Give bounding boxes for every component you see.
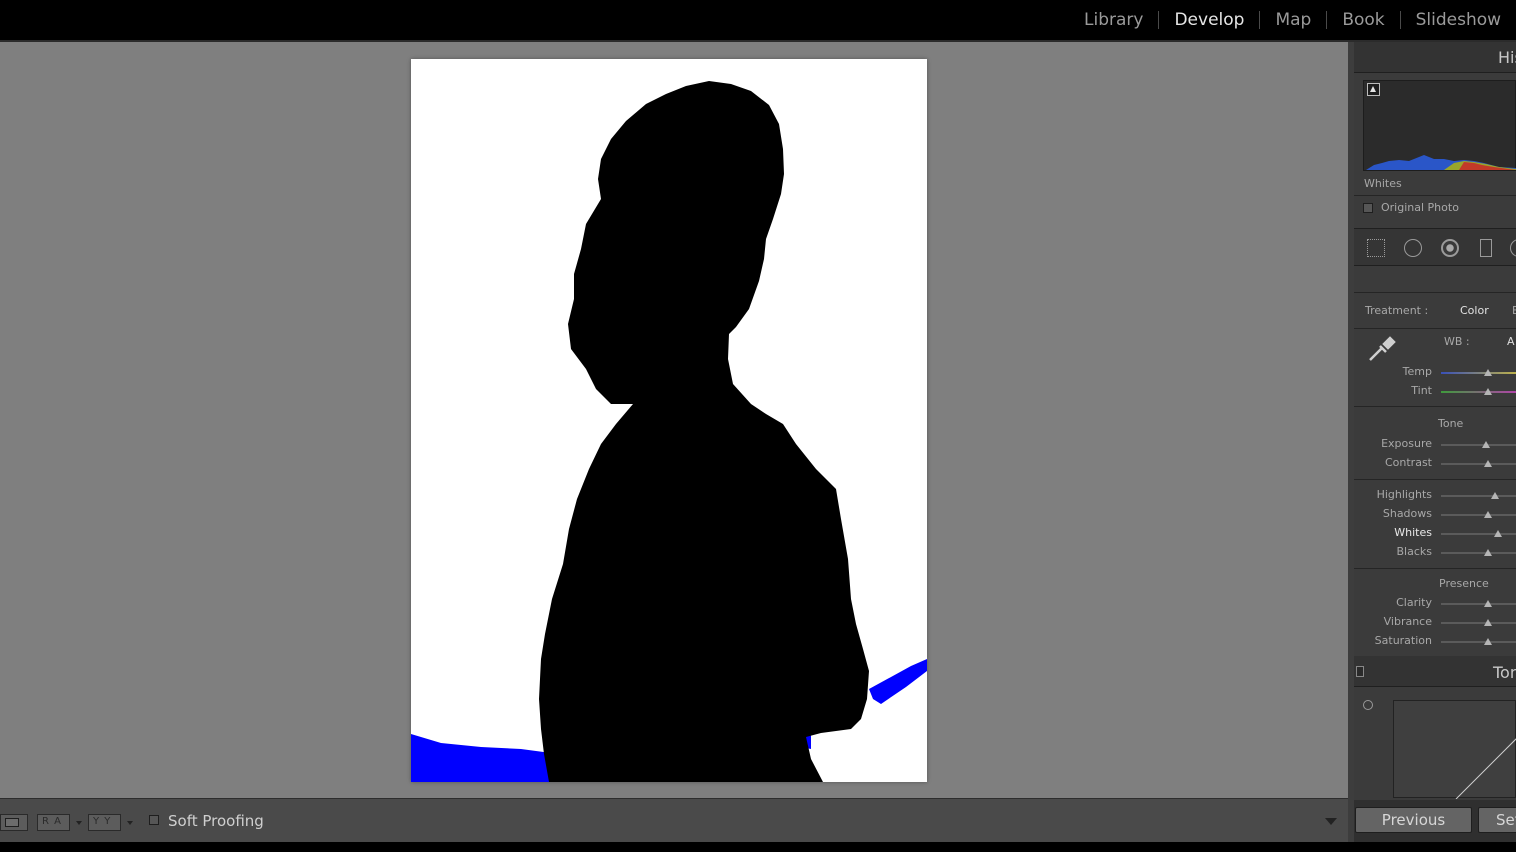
divider: [1354, 479, 1516, 480]
whites-slider[interactable]: Whites: [1354, 524, 1516, 543]
red-eye-icon[interactable]: [1441, 239, 1459, 257]
radial-filter-icon[interactable]: [1510, 239, 1516, 257]
divider: [1354, 328, 1516, 329]
divider: [1354, 568, 1516, 569]
slider-thumb[interactable]: [1484, 460, 1492, 467]
contrast-slider[interactable]: Contrast: [1354, 454, 1516, 473]
before-after-button[interactable]: R A: [37, 814, 70, 831]
module-develop[interactable]: Develop: [1174, 10, 1244, 30]
module-book[interactable]: Book: [1342, 10, 1384, 30]
slider-thumb[interactable]: [1484, 600, 1492, 607]
whites-label: Whites: [1394, 526, 1432, 539]
right-panel: His Whites Original Photo Treatment : Co…: [1354, 42, 1516, 842]
treatment-color-option[interactable]: Color: [1460, 304, 1489, 317]
photo-preview[interactable]: [411, 59, 927, 782]
module-separator: [1399, 11, 1401, 29]
divider: [1354, 406, 1516, 407]
histogram-title: His: [1498, 48, 1516, 67]
original-photo-label: Original Photo: [1381, 201, 1459, 214]
shadows-slider[interactable]: Shadows: [1354, 505, 1516, 524]
toolbar-content-dropdown-icon[interactable]: [1325, 818, 1337, 825]
histogram-readout: Whites: [1364, 177, 1402, 190]
panel-bottom-buttons: Previous Set: [1354, 800, 1516, 842]
filmstrip-edge: [0, 842, 1516, 852]
slider-thumb[interactable]: [1484, 638, 1492, 645]
tone-curve-line: [1455, 738, 1516, 799]
before-after-split-label: Y Y: [93, 816, 112, 827]
tool-strip: [1354, 228, 1516, 266]
vibrance-label: Vibrance: [1383, 615, 1432, 628]
graduated-filter-icon[interactable]: [1480, 239, 1492, 257]
highlights-slider[interactable]: Highlights: [1354, 486, 1516, 505]
tone-group-header: Tone: [1438, 417, 1464, 430]
soft-proofing-label: Soft Proofing: [168, 812, 264, 830]
temp-label: Temp: [1402, 365, 1432, 378]
soft-proofing-checkbox[interactable]: [149, 815, 159, 825]
presence-group-header: Presence: [1439, 577, 1489, 590]
slider-thumb[interactable]: [1482, 441, 1490, 448]
blacks-slider[interactable]: Blacks: [1354, 543, 1516, 562]
slider-thumb[interactable]: [1484, 549, 1492, 556]
module-slideshow[interactable]: Slideshow: [1416, 10, 1501, 30]
module-separator: [1259, 11, 1261, 29]
contrast-label: Contrast: [1384, 456, 1432, 469]
before-after-dropdown-icon[interactable]: [76, 821, 82, 825]
module-list: Library Develop Map Book Slideshow P: [1084, 8, 1516, 32]
before-after-label: R A: [42, 816, 62, 827]
before-after-split-button[interactable]: Y Y: [88, 814, 121, 831]
saturation-label: Saturation: [1374, 634, 1432, 647]
divider: [1354, 195, 1516, 196]
slider-thumb[interactable]: [1484, 511, 1492, 518]
treatment-label: Treatment :: [1365, 304, 1429, 317]
slider-thumb[interactable]: [1484, 388, 1492, 395]
wb-value[interactable]: A: [1507, 335, 1515, 348]
module-map[interactable]: Map: [1275, 10, 1311, 30]
clarity-label: Clarity: [1396, 596, 1432, 609]
spot-removal-icon[interactable]: [1404, 239, 1422, 257]
tone-curve-header[interactable]: Ton: [1354, 656, 1516, 687]
slider-thumb[interactable]: [1491, 492, 1499, 499]
vibrance-slider[interactable]: Vibrance: [1354, 613, 1516, 632]
histogram-graph: [1366, 155, 1516, 170]
module-picker-bar: Library Develop Map Book Slideshow P: [0, 0, 1516, 42]
loupe-view-button[interactable]: [0, 814, 28, 831]
slider-thumb[interactable]: [1484, 369, 1492, 376]
tone-curve-graph[interactable]: [1393, 700, 1516, 799]
panel-switch-icon[interactable]: [1356, 666, 1364, 677]
loupe-view-icon: [5, 818, 19, 827]
slider-thumb[interactable]: [1494, 530, 1502, 537]
set-default-button[interactable]: Set: [1478, 807, 1516, 833]
blacks-label: Blacks: [1396, 545, 1433, 558]
histogram-header[interactable]: His: [1354, 42, 1516, 73]
crop-overlay-icon[interactable]: [1367, 239, 1385, 257]
image-canvas[interactable]: [0, 42, 1348, 798]
tint-label: Tint: [1411, 384, 1432, 397]
divider: [1354, 292, 1516, 293]
tint-slider[interactable]: Tint: [1354, 382, 1516, 401]
eyedropper-icon[interactable]: [1364, 332, 1398, 366]
module-library[interactable]: Library: [1084, 10, 1143, 30]
highlights-label: Highlights: [1376, 488, 1432, 501]
slider-thumb[interactable]: [1484, 619, 1492, 626]
exposure-label: Exposure: [1381, 437, 1432, 450]
module-separator: [1326, 11, 1328, 29]
previous-button[interactable]: Previous: [1355, 807, 1472, 833]
split-dropdown-icon[interactable]: [127, 821, 133, 825]
clarity-slider[interactable]: Clarity: [1354, 594, 1516, 613]
shadows-label: Shadows: [1382, 507, 1432, 520]
silhouette-photo: [411, 59, 927, 782]
treatment-bw-option[interactable]: B: [1512, 304, 1516, 317]
module-separator: [1158, 11, 1160, 29]
temp-slider[interactable]: Temp: [1354, 363, 1516, 382]
exposure-slider[interactable]: Exposure: [1354, 435, 1516, 454]
original-photo-checkbox[interactable]: [1363, 203, 1373, 213]
histogram[interactable]: [1363, 80, 1516, 171]
saturation-slider[interactable]: Saturation: [1354, 632, 1516, 651]
wb-label: WB :: [1444, 335, 1470, 348]
targeted-adjustment-icon[interactable]: [1363, 700, 1373, 710]
tone-curve-title: Ton: [1493, 663, 1516, 682]
